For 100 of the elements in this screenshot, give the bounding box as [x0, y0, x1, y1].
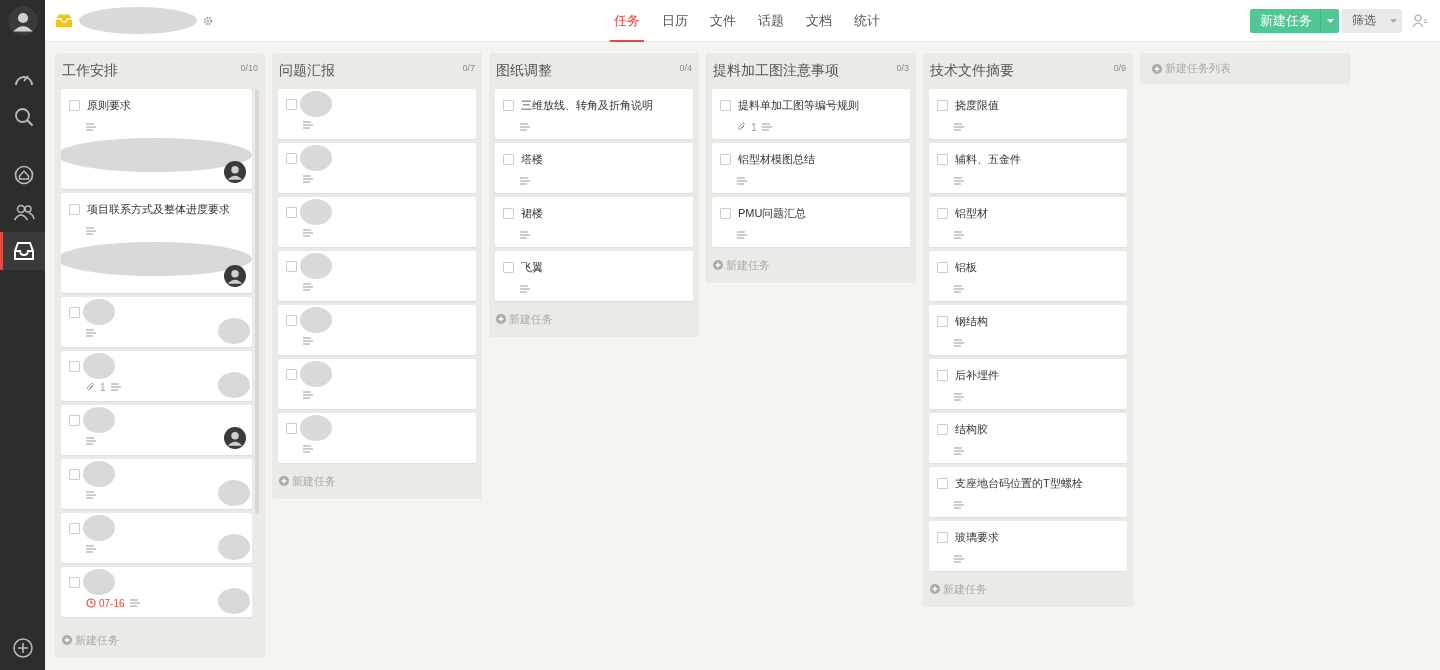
add-icon[interactable] [12, 638, 33, 658]
task-card[interactable]: 铝型材模图总结 [712, 143, 910, 193]
task-card[interactable]: 原则要求 [61, 89, 252, 189]
task-title: 挠度限值 [955, 98, 999, 113]
task-title: 提料单加工图等编号规则 [738, 98, 859, 113]
task-card[interactable]: 后补埋件 [929, 359, 1127, 409]
task-card[interactable]: 项目联系方式及整体进度要求 [61, 193, 252, 293]
task-card[interactable]: 裙楼 [495, 197, 693, 247]
checkbox[interactable] [503, 262, 514, 273]
task-card[interactable]: 铝板 [929, 251, 1127, 301]
caret-icon[interactable] [1389, 18, 1397, 23]
column-title: 工作安排 [62, 62, 118, 80]
checkbox[interactable] [69, 307, 80, 318]
task-title: 辅料、五金件 [955, 152, 1021, 167]
people-icon[interactable] [13, 204, 35, 222]
checkbox[interactable] [503, 100, 514, 111]
inbox-icon[interactable] [13, 241, 35, 261]
task-title: 后补埋件 [955, 368, 999, 383]
task-card[interactable]: 飞翼 [495, 251, 693, 301]
add-icon [279, 476, 289, 486]
checkbox[interactable] [503, 154, 514, 165]
task-card[interactable]: 提料单加工图等编号规则 1 [712, 89, 910, 139]
caret-icon[interactable] [1326, 18, 1334, 23]
task-card[interactable]: 铝型材 [929, 197, 1127, 247]
checkbox[interactable] [286, 315, 297, 326]
column-title: 技术文件摘要 [930, 62, 1014, 80]
paperclip-icon [86, 382, 95, 392]
assignee-avatar[interactable] [224, 427, 246, 449]
assignee-avatar[interactable] [224, 265, 246, 287]
checkbox[interactable] [720, 154, 731, 165]
task-title: 结构胶 [955, 422, 988, 437]
checkbox[interactable] [286, 261, 297, 272]
task-card[interactable]: 挠度限值 [929, 89, 1127, 139]
task-card[interactable]: 钢结构 [929, 305, 1127, 355]
nav-tab[interactable]: 任务 [610, 0, 644, 42]
task-card[interactable]: 支座地台码位置的T型螺栓 [929, 467, 1127, 517]
nav-tab[interactable]: 话题 [754, 0, 788, 42]
checkbox[interactable] [937, 424, 948, 435]
checkbox[interactable] [69, 523, 80, 534]
task-card[interactable]: 07-16 [61, 567, 252, 617]
checkbox[interactable] [69, 361, 80, 372]
task-count: 0/3 [896, 63, 909, 73]
task-count: 0/7 [462, 63, 475, 73]
nav-tab[interactable]: 文件 [706, 0, 740, 42]
task-card[interactable]: 辅料、五金件 [929, 143, 1127, 193]
checkbox[interactable] [937, 532, 948, 543]
checkbox[interactable] [937, 262, 948, 273]
checkbox[interactable] [720, 100, 731, 111]
checkbox[interactable] [69, 415, 80, 426]
inbox-icon [55, 13, 73, 28]
task-card[interactable]: 三维放线、转角及折角说明 [495, 89, 693, 139]
checkbox[interactable] [69, 469, 80, 480]
assignee-avatar[interactable] [224, 161, 246, 183]
column-title: 图纸调整 [496, 62, 552, 80]
task-title: 铝型材 [955, 206, 988, 221]
checkbox[interactable] [286, 423, 297, 434]
settings-icon[interactable] [203, 15, 213, 26]
task-count: 0/4 [679, 63, 692, 73]
home-icon[interactable] [14, 165, 34, 185]
search-icon[interactable] [14, 107, 34, 127]
checkbox[interactable] [937, 154, 948, 165]
task-card[interactable]: PMU问题汇总 [712, 197, 910, 247]
checkbox[interactable] [69, 204, 80, 215]
checkbox[interactable] [286, 153, 297, 164]
checkbox[interactable] [937, 370, 948, 381]
nav-tab[interactable]: 日历 [658, 0, 692, 42]
checkbox[interactable] [937, 100, 948, 111]
checkbox[interactable] [69, 100, 80, 111]
task-card[interactable]: 塔楼 [495, 143, 693, 193]
paperclip-icon [737, 122, 746, 132]
task-card[interactable]: 结构胶 [929, 413, 1127, 463]
sidebar-item[interactable] [0, 232, 45, 270]
checkbox[interactable] [286, 369, 297, 380]
filter-button[interactable]: 筛选 [1342, 8, 1402, 33]
user-icon[interactable] [1412, 13, 1428, 28]
nav-tab[interactable]: 文档 [802, 0, 836, 42]
task-title: 飞翼 [521, 260, 543, 275]
checkbox[interactable] [937, 316, 948, 327]
checkbox[interactable] [720, 208, 731, 219]
clock-icon [86, 598, 96, 608]
attachment-count: 1 [100, 381, 106, 393]
task-title: 支座地台码位置的T型螺栓 [955, 476, 1083, 491]
task-title: 裙楼 [521, 206, 543, 221]
checkbox[interactable] [286, 99, 297, 110]
checkbox[interactable] [503, 208, 514, 219]
task-count: 0/9 [1113, 63, 1126, 73]
checkbox[interactable] [69, 577, 80, 588]
add-icon [713, 260, 723, 270]
nav-tab[interactable]: 统计 [850, 0, 884, 42]
checkbox[interactable] [937, 208, 948, 219]
task-card[interactable]: 玻璃要求 [929, 521, 1127, 571]
add-icon [62, 635, 72, 645]
due-date: 07-16 [86, 597, 125, 609]
user-avatar[interactable] [7, 6, 38, 36]
task-title: PMU问题汇总 [738, 206, 807, 221]
add-icon [930, 584, 940, 594]
checkbox[interactable] [937, 478, 948, 489]
task-title: 玻璃要求 [955, 530, 999, 545]
task-card[interactable] [61, 405, 252, 455]
checkbox[interactable] [286, 207, 297, 218]
